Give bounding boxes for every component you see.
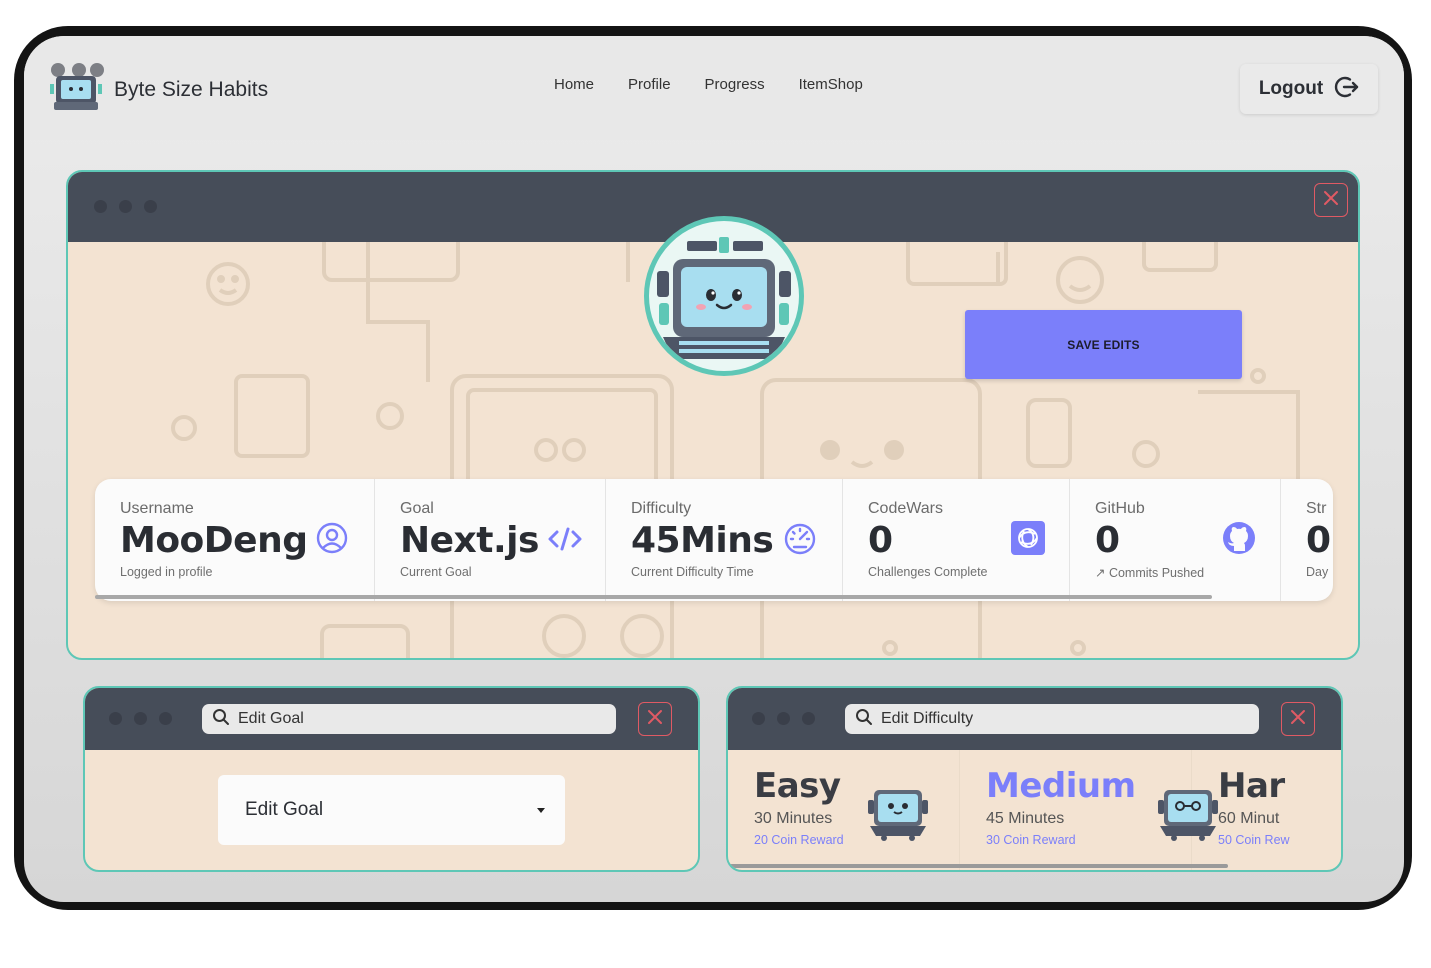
logout-button[interactable]: Logout: [1240, 64, 1378, 114]
edit-goal-search[interactable]: Edit Goal: [202, 704, 616, 734]
save-edits-button[interactable]: SAVE EDITS: [965, 310, 1242, 379]
goal-select[interactable]: Edit Goal: [218, 775, 565, 845]
edit-difficulty-titlebar: Edit Difficulty: [728, 688, 1341, 750]
brand[interactable]: Byte Size Habits: [50, 62, 268, 114]
nav-links: Home Profile Progress ItemShop: [554, 76, 863, 93]
stat-desc: Current Goal: [400, 565, 472, 579]
difficulty-reward: 50 Coin Rew: [1218, 833, 1290, 847]
difficulty-options: Easy 30 Minutes 20 Coin Reward Medium 45…: [728, 750, 1312, 870]
user-circle-icon: [315, 521, 351, 557]
close-icon: [1290, 709, 1306, 729]
difficulty-medium[interactable]: Medium 45 Minutes 30 Coin Reward: [960, 750, 1218, 870]
search-label: Edit Goal: [238, 710, 304, 727]
app-name: Byte Size Habits: [114, 78, 269, 101]
codewars-icon: [1011, 521, 1047, 557]
stat-desc: Challenges Complete: [868, 565, 988, 579]
edit-goal-titlebar: Edit Goal: [85, 688, 698, 750]
stat-value: 0: [1306, 520, 1331, 561]
window-dot: [109, 712, 122, 725]
window-dots: [109, 712, 172, 725]
stats-scrollbar[interactable]: [95, 595, 1212, 599]
difficulty-name: Har: [1218, 766, 1285, 806]
navbar: Byte Size Habits Home Profile Progress I…: [24, 36, 1404, 140]
profile-window: SAVE EDITS Username MooDeng Logged in pr…: [66, 170, 1360, 660]
goal-select-value: Edit Goal: [245, 799, 324, 820]
close-icon: [1323, 190, 1339, 210]
chevron-down-icon: [537, 808, 545, 813]
logout-label: Logout: [1258, 78, 1324, 99]
window-dots: [94, 200, 157, 213]
nav-itemshop[interactable]: ItemShop: [799, 76, 863, 93]
window-dot: [134, 712, 147, 725]
stat-desc: Logged in profile: [120, 565, 213, 579]
window-dot: [777, 712, 790, 725]
close-icon: [647, 709, 663, 729]
edit-goal-window: Edit Goal Edit Goal: [83, 686, 700, 872]
profile-avatar[interactable]: [644, 216, 804, 376]
stat-streak: Str 0 Day: [1281, 479, 1333, 601]
search-label: Edit Difficulty: [881, 710, 974, 727]
window-dot: [94, 200, 107, 213]
nav-profile[interactable]: Profile: [628, 76, 671, 93]
code-icon: [547, 521, 583, 557]
stat-title: CodeWars: [868, 500, 943, 517]
speedometer-icon: [782, 521, 818, 557]
logout-icon: [1333, 74, 1359, 104]
window-dots: [752, 712, 815, 725]
close-goal-button[interactable]: [638, 702, 672, 736]
stat-title: Str: [1306, 500, 1327, 517]
window-dot: [144, 200, 157, 213]
window-dot: [159, 712, 172, 725]
stat-username: Username MooDeng Logged in profile: [95, 479, 375, 601]
edit-difficulty-search[interactable]: Edit Difficulty: [845, 704, 1259, 734]
stat-title: GitHub: [1095, 500, 1145, 517]
stat-desc: Day: [1306, 565, 1329, 579]
stat-codewars: CodeWars 0 Challenges Complete: [843, 479, 1070, 601]
difficulty-hard[interactable]: Har 60 Minut 50 Coin Rew: [1192, 750, 1312, 870]
stat-title: Difficulty: [631, 500, 692, 517]
robot-happy-icon: [866, 786, 930, 842]
close-profile-button[interactable]: [1314, 183, 1348, 217]
difficulty-easy[interactable]: Easy 30 Minutes 20 Coin Reward: [728, 750, 960, 870]
window-dot: [802, 712, 815, 725]
stat-title: Goal: [400, 500, 434, 517]
stat-goal: Goal Next.js Current Goal: [375, 479, 606, 601]
search-icon: [212, 708, 230, 730]
github-icon: [1222, 521, 1258, 557]
stats-row: Username MooDeng Logged in profile Goal …: [95, 479, 1333, 601]
app-screen: Byte Size Habits Home Profile Progress I…: [24, 36, 1404, 902]
close-difficulty-button[interactable]: [1281, 702, 1315, 736]
window-dot: [119, 200, 132, 213]
stat-difficulty: Difficulty 45Mins Current Difficulty Tim…: [606, 479, 843, 601]
nav-progress[interactable]: Progress: [705, 76, 765, 93]
nav-home[interactable]: Home: [554, 76, 594, 93]
robot-logo-icon: [50, 62, 104, 114]
edit-difficulty-window: Edit Difficulty Easy 30 Minutes 20 Coin …: [726, 686, 1343, 872]
search-icon: [855, 708, 873, 730]
stat-github: GitHub 0 ↗ Commits Pushed: [1070, 479, 1281, 601]
stat-desc: Current Difficulty Time: [631, 565, 754, 579]
stat-title: Username: [120, 500, 194, 517]
difficulty-scrollbar[interactable]: [728, 864, 1228, 868]
stat-desc: ↗ Commits Pushed: [1095, 566, 1205, 580]
window-dot: [752, 712, 765, 725]
difficulty-time: 60 Minut: [1218, 810, 1280, 827]
